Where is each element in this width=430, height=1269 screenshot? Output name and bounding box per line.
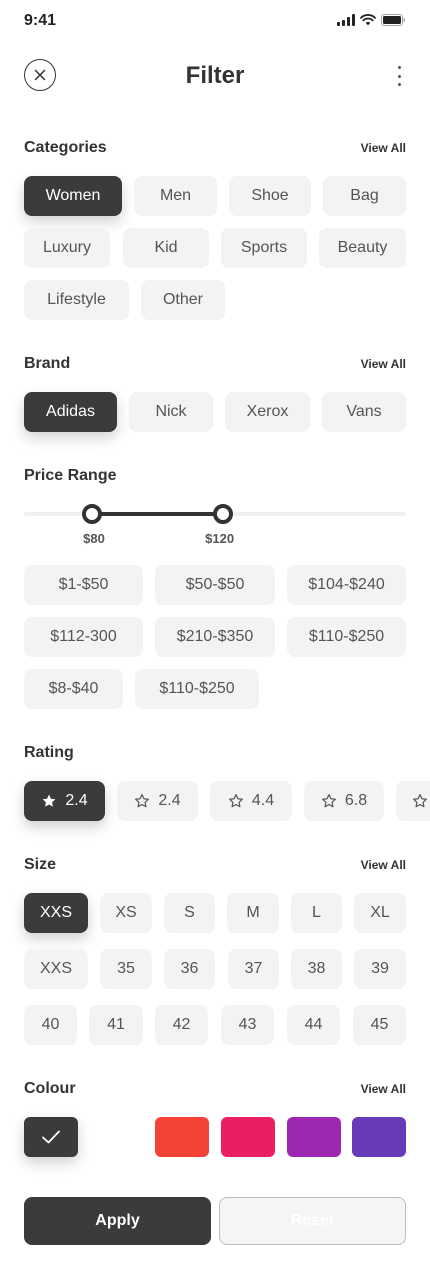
brand-chip[interactable]: Adidas: [24, 392, 117, 432]
price-preset-chip[interactable]: $8-$40: [24, 669, 123, 709]
size-chip[interactable]: XXS: [24, 949, 88, 989]
more-vertical-icon[interactable]: [396, 66, 402, 86]
size-chip[interactable]: 43: [221, 1005, 274, 1045]
status-bar: 9:41: [0, 0, 430, 44]
size-chip[interactable]: 37: [228, 949, 279, 989]
star-icon: [413, 794, 427, 808]
price-preset-chip[interactable]: $112-300: [24, 617, 143, 657]
price-slider-max-handle[interactable]: [212, 504, 233, 524]
size-chip[interactable]: 41: [89, 1005, 143, 1045]
brand-chip[interactable]: Xerox: [225, 392, 310, 432]
star-icon: [43, 794, 56, 807]
size-chip[interactable]: 44: [287, 1005, 340, 1045]
category-chip[interactable]: Other: [141, 280, 225, 320]
price-slider-min-handle[interactable]: [81, 504, 102, 524]
brand-chip[interactable]: Nick: [129, 392, 213, 432]
size-chip[interactable]: 42: [155, 1005, 208, 1045]
wifi-icon: [360, 14, 376, 26]
battery-icon: [381, 14, 405, 26]
status-icons: [337, 14, 406, 26]
check-icon: [42, 1130, 60, 1144]
price-min-label: $80: [83, 531, 105, 546]
reset-button[interactable]: Reset: [219, 1197, 406, 1245]
price-max-label: $120: [205, 531, 235, 546]
size-chip[interactable]: XL: [354, 893, 406, 933]
signal-icon: [337, 14, 355, 26]
rating-value: 2.4: [158, 792, 181, 809]
category-chip[interactable]: Beauty: [319, 228, 406, 268]
price-preset-chip[interactable]: $104-$240: [287, 565, 406, 605]
rating-chip-partial[interactable]: [396, 781, 430, 821]
header: Filter: [0, 54, 430, 98]
category-chip[interactable]: Shoe: [229, 176, 311, 216]
brand-view-all[interactable]: View All: [361, 357, 406, 371]
price-title: Price Range: [24, 467, 117, 484]
star-icon: [321, 794, 336, 808]
rating-value: 4.4: [251, 792, 275, 809]
category-chip[interactable]: Kid: [123, 228, 209, 268]
rating-chip[interactable]: 2.4: [24, 781, 105, 821]
rating-chip[interactable]: 2.4: [117, 781, 198, 821]
category-chip[interactable]: Bag: [323, 176, 406, 216]
brand-title: Brand: [24, 355, 71, 372]
brand-chip[interactable]: Vans: [322, 392, 406, 432]
colour-swatch[interactable]: [221, 1117, 275, 1157]
colour-swatch[interactable]: [287, 1117, 341, 1157]
size-chip[interactable]: 45: [353, 1005, 406, 1045]
size-chip[interactable]: 39: [354, 949, 406, 989]
category-chip[interactable]: Lifestyle: [24, 280, 129, 320]
category-chip[interactable]: Sports: [221, 228, 307, 268]
rating-value: 6.8: [344, 792, 368, 809]
size-chip[interactable]: XS: [100, 893, 152, 933]
price-preset-chip[interactable]: $110-$250: [287, 617, 406, 657]
colour-swatch[interactable]: [155, 1117, 209, 1157]
size-chip[interactable]: 38: [291, 949, 342, 989]
rating-chip[interactable]: 4.4: [210, 781, 292, 821]
size-view-all[interactable]: View All: [361, 858, 406, 872]
size-chip[interactable]: S: [164, 893, 215, 933]
price-preset-chip[interactable]: $110-$250: [135, 669, 259, 709]
size-chip[interactable]: L: [291, 893, 342, 933]
category-chip[interactable]: Women: [24, 176, 122, 216]
colour-view-all[interactable]: View All: [361, 1082, 406, 1096]
categories-view-all[interactable]: View All: [361, 141, 406, 155]
colour-swatch[interactable]: [24, 1117, 78, 1157]
price-preset-chip[interactable]: $50-$50: [155, 565, 275, 605]
rating-chip[interactable]: 6.8: [304, 781, 384, 821]
page-title: Filter: [185, 62, 245, 89]
rating-value: 2.4: [65, 792, 88, 809]
categories-title: Categories: [24, 139, 107, 156]
colour-swatch[interactable]: [90, 1117, 144, 1157]
colour-swatch[interactable]: [352, 1117, 406, 1157]
category-chip[interactable]: Luxury: [24, 228, 110, 268]
size-chip[interactable]: 40: [24, 1005, 77, 1045]
category-chip[interactable]: Men: [134, 176, 217, 216]
star-icon: [228, 794, 243, 808]
apply-button[interactable]: Apply: [24, 1197, 211, 1245]
price-slider-fill: [91, 512, 223, 516]
size-chip[interactable]: 36: [164, 949, 215, 989]
size-chip[interactable]: XXS: [24, 893, 88, 933]
price-preset-chip[interactable]: $210-$350: [155, 617, 275, 657]
size-chip[interactable]: 35: [100, 949, 152, 989]
colour-title: Colour: [24, 1080, 76, 1097]
star-icon: [135, 794, 150, 808]
status-time: 9:41: [24, 12, 57, 29]
rating-title: Rating: [24, 744, 74, 761]
size-chip[interactable]: M: [227, 893, 279, 933]
size-title: Size: [24, 856, 57, 873]
price-preset-chip[interactable]: $1-$50: [24, 565, 143, 605]
